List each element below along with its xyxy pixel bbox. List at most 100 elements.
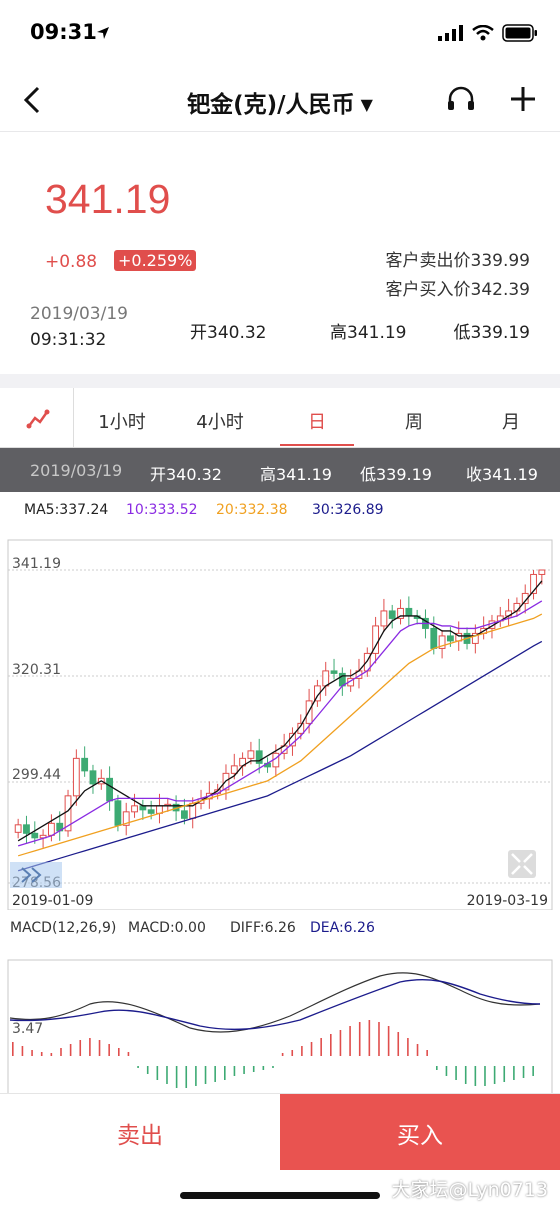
ohlc-close: 收341.19 bbox=[466, 465, 538, 484]
nav-bar: 钯金(克)/人民币 ▼ bbox=[0, 68, 560, 132]
period-tabs: 1小时 4小时 日 周 月 bbox=[0, 388, 560, 448]
candles-group bbox=[14, 569, 546, 848]
status-time: 09:31 bbox=[30, 20, 97, 44]
add-icon[interactable] bbox=[508, 84, 538, 114]
ma30-value: 30:326.89 bbox=[312, 502, 384, 518]
macd-bar bbox=[474, 1066, 477, 1086]
macd-dea: DEA:6.26 bbox=[310, 920, 375, 936]
headset-icon[interactable] bbox=[445, 84, 477, 116]
candle-body bbox=[330, 670, 338, 674]
caret-down-icon: ▼ bbox=[360, 95, 373, 114]
macd-bar bbox=[368, 1020, 371, 1056]
macd-bar bbox=[464, 1066, 467, 1084]
home-indicator[interactable] bbox=[180, 1192, 380, 1199]
macd-bar bbox=[513, 1066, 515, 1080]
macd-bar bbox=[330, 1034, 332, 1056]
active-tab-indicator bbox=[280, 444, 354, 446]
macd-bar bbox=[214, 1066, 216, 1082]
ma10-line bbox=[17, 600, 543, 847]
macd-bar bbox=[98, 1040, 101, 1056]
macd-bar bbox=[175, 1066, 178, 1088]
expand-arrows-icon[interactable] bbox=[10, 862, 62, 888]
macd-histogram bbox=[12, 1020, 534, 1088]
tab-day[interactable]: 日 bbox=[277, 408, 357, 434]
macd-bar bbox=[12, 1042, 14, 1056]
battery-icon bbox=[502, 24, 537, 42]
tab-month[interactable]: 月 bbox=[471, 408, 551, 434]
candle-body bbox=[72, 757, 80, 797]
ohlc-date: 2019/03/19 bbox=[30, 461, 123, 480]
candle-body bbox=[180, 810, 188, 819]
price-change-percent-badge: +0.259% bbox=[114, 250, 197, 271]
y-tick-label: 320.31 bbox=[12, 662, 61, 678]
candle-body bbox=[89, 770, 97, 785]
ma-legend: MA5:337.24 10:333.52 20:332.38 30:326.89 bbox=[0, 492, 560, 528]
candle-body bbox=[47, 822, 55, 836]
macd-bar bbox=[397, 1032, 400, 1056]
macd-bar bbox=[262, 1066, 265, 1070]
macd-bar bbox=[21, 1046, 24, 1056]
macd-bar bbox=[358, 1022, 361, 1056]
candlestick-chart[interactable]: 341.19 320.31 299.44 278.56 2019-01-09 2… bbox=[0, 528, 560, 910]
signal-icon bbox=[438, 25, 463, 41]
tab-week[interactable]: 周 bbox=[374, 408, 454, 434]
macd-legend: MACD(12,26,9) MACD:0.00 DIFF:6.26 DEA:6.… bbox=[0, 910, 560, 946]
macd-chart[interactable]: 3.47 bbox=[0, 946, 560, 1093]
x-start-label: 2019-01-09 bbox=[12, 893, 93, 909]
buy-button[interactable]: 买入 bbox=[280, 1094, 560, 1170]
candle-body bbox=[322, 670, 330, 687]
quote-panel: 341.19 +0.88 +0.259% 客户卖出价339.99 客户买入价34… bbox=[0, 132, 560, 374]
price-change: +0.88 bbox=[45, 252, 98, 272]
ohlc-info-bar: 2019/03/19 开340.32 高341.19 低339.19 收341.… bbox=[0, 448, 560, 492]
candle-body bbox=[446, 635, 454, 642]
ma5-line bbox=[17, 580, 543, 842]
candle-body bbox=[430, 627, 438, 649]
macd-bar bbox=[455, 1066, 457, 1080]
low-price: 低339.19 bbox=[453, 323, 530, 343]
chart-type-toggle[interactable] bbox=[0, 388, 74, 448]
high-price: 高341.19 bbox=[330, 323, 407, 343]
macd-diff: DIFF:6.26 bbox=[230, 920, 296, 936]
macd-value: MACD:0.00 bbox=[128, 920, 206, 936]
candle-body bbox=[230, 765, 238, 774]
macd-bar bbox=[387, 1026, 390, 1056]
ma-lines-group bbox=[17, 580, 543, 872]
page-title: 钯金(克)/人民币 bbox=[187, 92, 355, 118]
sell-button[interactable]: 卖出 bbox=[0, 1094, 280, 1170]
macd-bar bbox=[108, 1044, 110, 1056]
fullscreen-icon[interactable] bbox=[508, 850, 536, 878]
customer-buy-price: 客户买入价342.39 bbox=[385, 280, 530, 300]
ohlc-open: 开340.32 bbox=[150, 465, 222, 484]
candle-body bbox=[14, 824, 22, 833]
macd-bar bbox=[436, 1066, 438, 1070]
candle-body bbox=[380, 610, 388, 627]
macd-bar bbox=[40, 1052, 43, 1056]
macd-bar bbox=[137, 1066, 139, 1068]
macd-bar bbox=[272, 1066, 274, 1068]
candle-body bbox=[81, 757, 89, 772]
macd-bar bbox=[349, 1026, 351, 1056]
candle-body bbox=[23, 824, 30, 834]
macd-axis-label: 3.47 bbox=[12, 1021, 43, 1037]
macd-bar bbox=[407, 1038, 409, 1056]
current-price: 341.19 bbox=[45, 176, 171, 222]
macd-bar bbox=[243, 1066, 245, 1074]
ma5-value: MA5:337.24 bbox=[24, 502, 109, 518]
macd-bar bbox=[127, 1052, 130, 1056]
macd-diff-line bbox=[9, 972, 541, 1033]
macd-bar bbox=[224, 1066, 226, 1080]
macd-bar bbox=[195, 1066, 197, 1086]
macd-bar bbox=[532, 1066, 534, 1076]
macd-bar bbox=[522, 1066, 525, 1078]
tab-4h[interactable]: 4小时 bbox=[180, 408, 260, 434]
candle-body bbox=[513, 602, 521, 612]
macd-bar bbox=[484, 1066, 486, 1086]
macd-bar bbox=[426, 1050, 428, 1056]
macd-bar bbox=[156, 1066, 159, 1080]
tab-1h[interactable]: 1小时 bbox=[82, 408, 162, 434]
macd-bar bbox=[416, 1044, 419, 1056]
macd-bar bbox=[89, 1038, 91, 1056]
candle-body bbox=[538, 569, 546, 575]
macd-bar bbox=[204, 1066, 207, 1084]
macd-params: MACD(12,26,9) bbox=[10, 920, 117, 936]
